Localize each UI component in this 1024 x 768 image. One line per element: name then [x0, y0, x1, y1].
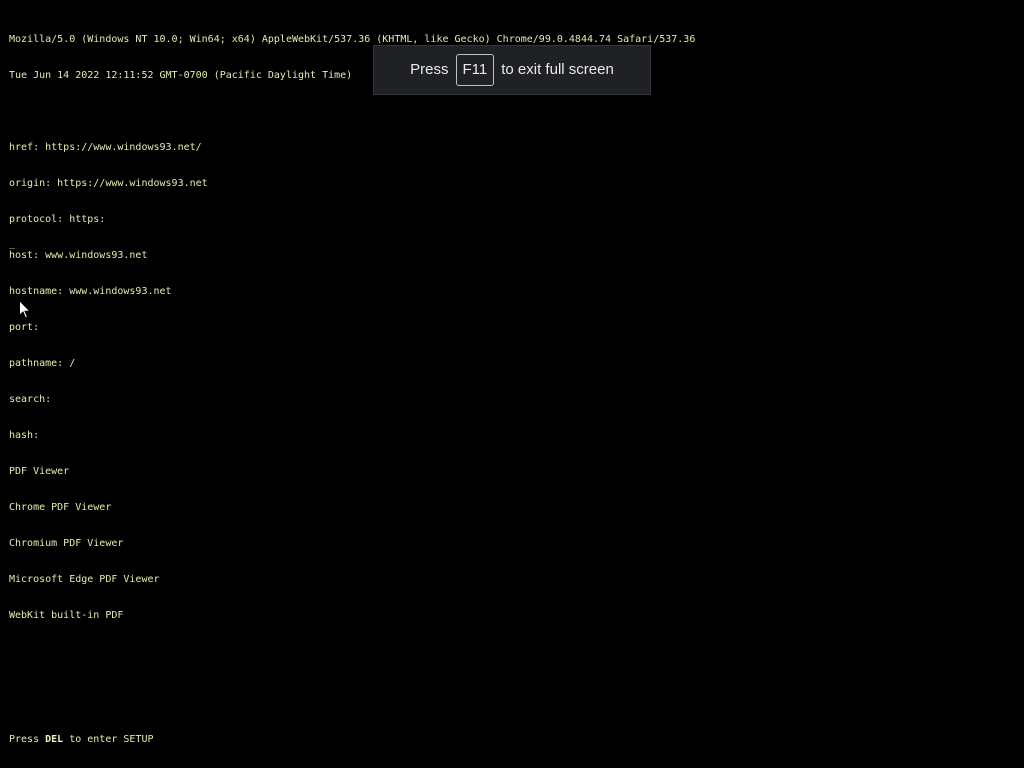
location-host-line: host: www.windows93.net: [9, 250, 148, 261]
plugin-line: PDF Viewer: [9, 466, 70, 477]
plugin-line: Microsoft Edge PDF Viewer: [9, 574, 160, 585]
location-pathname-line: pathname: /: [9, 358, 76, 369]
plugin-line: Chromium PDF Viewer: [9, 538, 124, 549]
location-hostname-line: hostname: www.windows93.net: [9, 286, 172, 297]
setup-prompt: Press DEL to enter SETUP: [9, 734, 154, 746]
plugin-line: WebKit built-in PDF: [9, 610, 124, 621]
location-hash-line: hash:: [9, 430, 40, 441]
location-search-line: search:: [9, 394, 52, 405]
fullscreen-banner-prefix: Press: [410, 61, 449, 78]
text-cursor: _: [9, 238, 16, 249]
setup-prompt-prefix: Press: [9, 734, 46, 745]
location-origin-line: origin: https://www.windows93.net: [9, 178, 208, 189]
fullscreen-banner-suffix: to exit full screen: [501, 61, 614, 78]
del-key-label: DEL: [45, 734, 64, 745]
plugin-line: Chrome PDF Viewer: [9, 502, 112, 513]
f11-key-badge: F11: [455, 54, 495, 86]
location-port-line: port:: [9, 322, 40, 333]
location-protocol-line: protocol: https:: [9, 214, 106, 225]
location-href-line: href: https://www.windows93.net/: [9, 142, 202, 153]
boot-log: Mozilla/5.0 (Windows NT 10.0; Win64; x64…: [9, 10, 695, 646]
mouse-pointer-icon: [19, 300, 31, 319]
setup-prompt-suffix: to enter SETUP: [63, 734, 154, 745]
fullscreen-exit-banner: Press F11 to exit full screen: [373, 45, 651, 95]
boot-screen: Mozilla/5.0 (Windows NT 10.0; Win64; x64…: [0, 0, 1024, 768]
